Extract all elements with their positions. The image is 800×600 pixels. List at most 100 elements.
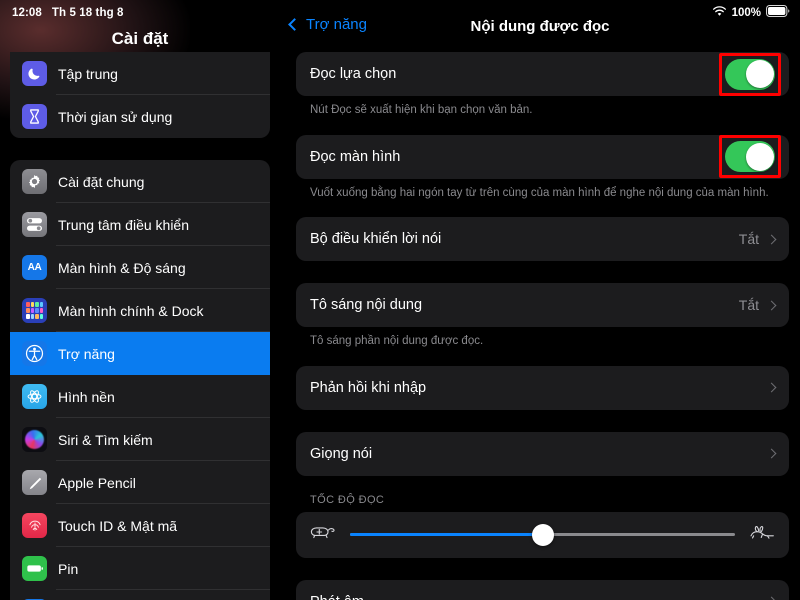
speak-screen-toggle[interactable] xyxy=(725,141,775,173)
card-pronunciations: Phát âm xyxy=(296,579,789,600)
status-time: 12:08 xyxy=(12,6,42,19)
sidebar-item-battery[interactable]: Pin xyxy=(10,547,270,590)
row-highlight-content[interactable]: Tô sáng nội dung Tắt xyxy=(296,283,789,327)
slider-track[interactable] xyxy=(350,523,735,546)
row-speech-controller[interactable]: Bộ điều khiển lời nói Tắt xyxy=(296,217,789,261)
apple-pencil-icon xyxy=(22,470,47,495)
caption-speak-selection: Nút Đọc sẽ xuất hiện khi bạn chọn văn bả… xyxy=(310,104,533,116)
sidebar-item-wallpaper[interactable]: Hình nền xyxy=(10,375,270,418)
chevron-right-icon xyxy=(766,382,777,393)
sidebar-scroll[interactable]: Tập trung Thời gian sử dụng Cài đặt chun… xyxy=(0,52,280,600)
sidebar-item-display-brightness[interactable]: AA Màn hình & Độ sáng xyxy=(10,246,270,289)
sidebar-item-touch-id[interactable]: Touch ID & Mật mã xyxy=(10,504,270,547)
row-label: Giọng nói xyxy=(310,445,373,462)
sidebar-item-label: Màn hình & Độ sáng xyxy=(58,259,186,276)
row-label: Đọc màn hình xyxy=(310,148,401,165)
speaking-rate-slider[interactable] xyxy=(350,519,735,550)
sidebar-item-label: Trung tâm điều khiển xyxy=(58,216,189,233)
chevron-right-icon xyxy=(766,596,777,600)
card-voices: Giọng nói xyxy=(296,431,789,476)
card-speak-selection: Đọc lựa chọn xyxy=(296,52,789,96)
ipad-settings-screen: 12:08 Th 5 18 thg 8 Cài đặt Tập trung Th… xyxy=(0,0,800,600)
row-speaking-rate[interactable] xyxy=(296,512,789,558)
battery-percent-label: 100% xyxy=(731,7,761,19)
speak-selection-toggle[interactable] xyxy=(725,58,775,90)
card-speaking-rate xyxy=(296,511,789,558)
touch-id-icon xyxy=(22,513,47,538)
slider-fill xyxy=(350,532,543,537)
caption-speak-screen: Vuốt xuống bằng hai ngón tay từ trên cùn… xyxy=(310,186,769,199)
card-highlight-content: Tô sáng nội dung Tắt xyxy=(296,283,789,328)
sidebar-item-privacy[interactable]: Quyền riêng tư xyxy=(10,590,270,600)
sidebar-item-label: Trợ năng xyxy=(58,345,115,362)
sidebar-item-home-screen-dock[interactable]: Màn hình chính & Dock xyxy=(10,289,270,332)
battery-full-icon xyxy=(766,4,790,22)
card-speech-controller: Bộ điều khiển lời nói Tắt xyxy=(296,217,789,262)
focus-moon-icon xyxy=(22,61,47,86)
sidebar-item-label: Thời gian sử dụng xyxy=(58,108,173,125)
row-label: Phát âm xyxy=(310,594,768,600)
row-label: Bộ điều khiển lời nói xyxy=(310,231,442,248)
sidebar-group-2: Cài đặt chung Trung tâm điều khiển AA Mà… xyxy=(10,160,270,600)
status-date: Th 5 18 thg 8 xyxy=(51,6,124,19)
gear-icon xyxy=(22,169,47,194)
row-value: Tắt xyxy=(738,297,759,314)
chevron-left-icon xyxy=(288,18,301,31)
row-typing-feedback[interactable]: Phản hồi khi nhập xyxy=(296,366,789,410)
turtle-icon xyxy=(310,524,336,545)
sidebar-item-accessibility[interactable]: Trợ năng xyxy=(10,332,270,375)
sidebar-item-label: Pin xyxy=(58,560,79,577)
sidebar-item-label: Apple Pencil xyxy=(58,474,136,491)
sidebar-item-screen-time[interactable]: Thời gian sử dụng xyxy=(10,95,270,138)
speak-selection-toggle-wrap[interactable] xyxy=(719,52,781,96)
row-label: Đọc lựa chọn xyxy=(310,66,397,82)
rabbit-icon xyxy=(749,524,775,545)
chevron-right-icon xyxy=(766,300,777,310)
row-voices[interactable]: Giọng nói xyxy=(296,432,789,476)
row-label: Phản hồi khi nhập xyxy=(310,379,427,396)
battery-icon xyxy=(22,556,47,581)
detail-pane: 100% Trợ năng Nội dung được đọc Đọc lựa … xyxy=(280,0,800,600)
screen-time-hourglass-icon xyxy=(22,104,47,129)
toggle-knob xyxy=(746,60,774,88)
page-title: Cài đặt xyxy=(111,29,169,48)
detail-body: Đọc lựa chọn Nút Đọc sẽ xuất hiện khi bạ… xyxy=(280,52,800,600)
back-button[interactable]: Trợ năng xyxy=(288,16,367,33)
sidebar-item-siri-search[interactable]: Siri & Tìm kiếm xyxy=(10,418,270,461)
sidebar-item-label: Touch ID & Mật mã xyxy=(58,517,178,534)
wifi-icon xyxy=(712,4,727,22)
speak-screen-toggle-wrap[interactable] xyxy=(719,135,781,179)
settings-sidebar: 12:08 Th 5 18 thg 8 Cài đặt Tập trung Th… xyxy=(0,0,280,600)
caption-highlight-content: Tô sáng phần nội dung được đọc. xyxy=(310,335,484,348)
sidebar-item-control-center[interactable]: Trung tâm điều khiển xyxy=(10,203,270,246)
status-bar: 12:08 Th 5 18 thg 8 xyxy=(0,0,280,22)
sidebar-group-1: Tập trung Thời gian sử dụng xyxy=(10,52,270,138)
card-typing-feedback: Phản hồi khi nhập xyxy=(296,365,789,410)
row-speak-screen[interactable]: Đọc màn hình xyxy=(296,135,789,179)
sidebar-item-focus[interactable]: Tập trung xyxy=(10,52,270,95)
row-value: Tắt xyxy=(738,231,759,248)
row-speak-selection[interactable]: Đọc lựa chọn xyxy=(296,52,789,96)
sidebar-item-apple-pencil[interactable]: Apple Pencil xyxy=(10,461,270,504)
slider-thumb[interactable] xyxy=(531,523,554,546)
chevron-right-icon xyxy=(766,234,777,244)
sidebar-item-label: Cài đặt chung xyxy=(58,173,145,190)
card-speak-screen: Đọc màn hình xyxy=(296,134,789,179)
siri-icon xyxy=(22,427,47,452)
sidebar-item-label: Tập trung xyxy=(58,65,118,82)
display-brightness-aa-icon: AA xyxy=(22,255,47,280)
back-button-label: Trợ năng xyxy=(306,16,367,33)
sidebar-item-general[interactable]: Cài đặt chung xyxy=(10,160,270,203)
accessibility-icon xyxy=(22,341,47,366)
status-bar-right: 100% xyxy=(712,4,790,22)
section-header-speaking-rate: TỐC ĐỘ ĐỌC xyxy=(310,493,385,506)
sidebar-item-label: Màn hình chính & Dock xyxy=(58,302,204,319)
sidebar-item-label: Hình nền xyxy=(58,388,115,405)
sidebar-item-label: Siri & Tìm kiếm xyxy=(58,431,153,448)
row-pronunciations[interactable]: Phát âm xyxy=(296,580,789,600)
